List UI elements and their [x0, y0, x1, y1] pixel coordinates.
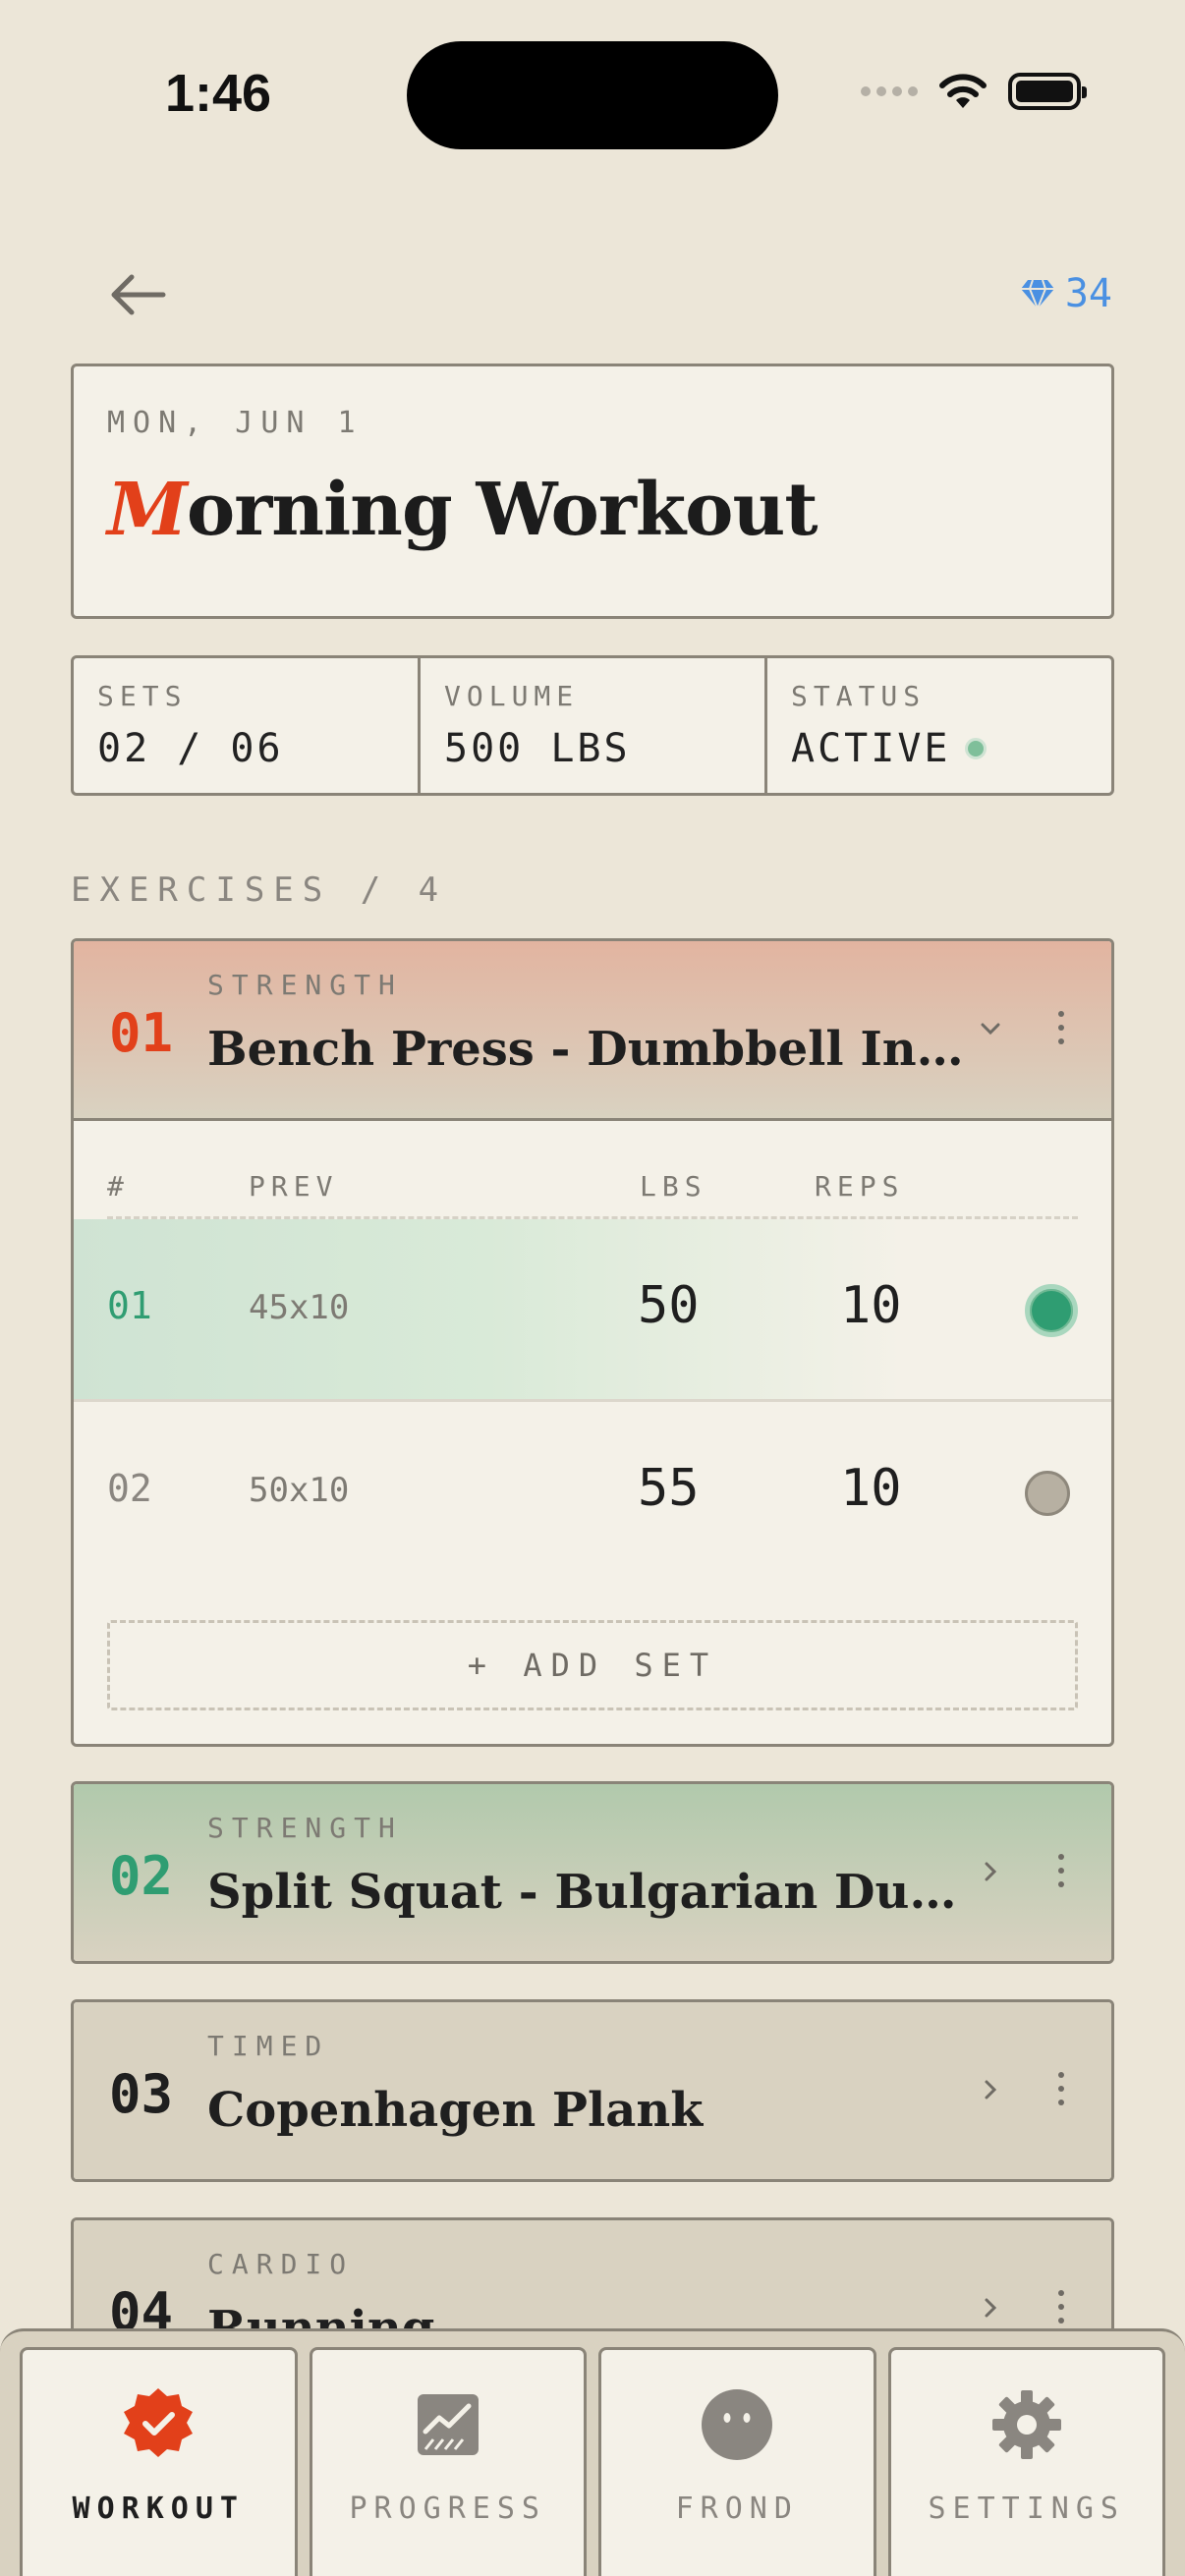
set-index: 02 — [107, 1467, 152, 1510]
set-complete-checkbox[interactable] — [1025, 1284, 1078, 1337]
set-lbs-input[interactable]: 50 — [638, 1276, 700, 1335]
signal-icon — [861, 86, 918, 96]
exercise-name: Bench Press - Dumbbell Incline — [207, 1022, 984, 1077]
exercise-number: 01 — [109, 1002, 174, 1064]
dynamic-island — [407, 41, 778, 149]
status-bar: 1:46 — [0, 0, 1185, 187]
stat-label: STATUS — [791, 680, 927, 712]
exercise-category: STRENGTH — [207, 969, 403, 1001]
exercise-name: Copenhagen Plank — [207, 2083, 704, 2138]
tab-label: SETTINGS — [928, 2492, 1125, 2526]
exercise-category: CARDIO — [207, 2248, 355, 2280]
stat-sets: SETS 02 / 06 — [74, 658, 421, 793]
exercise-category: STRENGTH — [207, 1812, 403, 1844]
more-vertical-icon[interactable] — [1046, 2067, 1076, 2110]
more-vertical-icon[interactable] — [1046, 1006, 1076, 1049]
exercise-number: 03 — [109, 2063, 174, 2125]
gem-icon — [1020, 279, 1054, 309]
exercise-header[interactable]: 01 STRENGTH Bench Press - Dumbbell Incli… — [74, 941, 1111, 1118]
set-row[interactable]: 02 50x10 55 10 — [107, 1402, 1078, 1585]
wifi-icon — [939, 74, 987, 108]
tab-workout[interactable]: WORKOUT — [20, 2347, 298, 2576]
more-vertical-icon[interactable] — [1046, 1849, 1076, 1892]
exercise-card: 01 STRENGTH Bench Press - Dumbbell Incli… — [71, 938, 1114, 1747]
exercise-sets: # PREV LBS REPS 01 45x10 50 10 02 50x10 … — [74, 1118, 1111, 1710]
set-reps-input[interactable]: 10 — [840, 1459, 902, 1518]
stat-label: VOLUME — [444, 680, 580, 712]
gear-icon — [988, 2385, 1066, 2464]
tab-label: WORKOUT — [72, 2492, 245, 2526]
col-lbs: LBS — [640, 1170, 707, 1203]
stat-value: ACTIVE — [791, 726, 951, 771]
workout-stats: SETS 02 / 06 VOLUME 500 LBS STATUS ACTIV… — [71, 655, 1114, 796]
stat-volume: VOLUME 500 LBS — [421, 658, 767, 793]
col-prev: PREV — [249, 1170, 339, 1203]
workout-title-initial: M — [107, 468, 188, 552]
back-arrow-icon[interactable] — [108, 273, 167, 316]
workout-title-rest: orning Workout — [186, 468, 818, 552]
sets-column-header: # PREV LBS REPS — [107, 1121, 1078, 1219]
battery-icon — [1008, 73, 1087, 110]
gem-counter[interactable]: 34 — [1020, 271, 1112, 316]
exercise-card[interactable]: 03 TIMED Copenhagen Plank — [71, 1999, 1114, 2182]
tab-label: PROGRESS — [349, 2492, 546, 2526]
tab-frond[interactable]: FROND — [598, 2347, 876, 2576]
exercises-header: EXERCISES / 4 — [71, 870, 448, 910]
chevron-right-icon[interactable] — [976, 2075, 1005, 2104]
status-time: 1:46 — [165, 64, 272, 123]
set-complete-checkbox[interactable] — [1025, 1471, 1070, 1516]
exercise-name: Split Squat - Bulgarian Dumbb… — [207, 1865, 984, 1920]
chevron-down-icon[interactable] — [976, 1014, 1005, 1043]
face-icon — [698, 2385, 776, 2464]
stat-value: 500 LBS — [444, 726, 631, 771]
exercise-header[interactable]: 02 STRENGTH Split Squat - Bulgarian Dumb… — [74, 1784, 1111, 1961]
add-set-button[interactable]: + ADD SET — [107, 1620, 1078, 1710]
tab-progress[interactable]: PROGRESS — [309, 2347, 587, 2576]
set-previous: 45x10 — [249, 1288, 350, 1327]
gem-count: 34 — [1064, 271, 1112, 316]
exercise-header[interactable]: 03 TIMED Copenhagen Plank — [74, 2002, 1111, 2179]
chart-icon — [409, 2385, 487, 2464]
exercise-card[interactable]: 02 STRENGTH Split Squat - Bulgarian Dumb… — [71, 1781, 1114, 1964]
exercise-category: TIMED — [207, 2030, 330, 2062]
workout-title-card[interactable]: MON, JUN 1 Morning Workout — [71, 364, 1114, 619]
bottom-tab-bar: WORKOUT PROGRESS FROND SETTINGS — [0, 2328, 1185, 2576]
set-previous: 50x10 — [249, 1471, 350, 1510]
workout-date: MON, JUN 1 — [107, 406, 364, 440]
more-vertical-icon[interactable] — [1046, 2285, 1076, 2328]
stat-label: SETS — [97, 680, 188, 712]
set-index: 01 — [107, 1284, 152, 1327]
workout-title: Morning Workout — [107, 468, 1078, 552]
workout-badge-icon — [119, 2385, 198, 2464]
tab-settings[interactable]: SETTINGS — [887, 2347, 1165, 2576]
set-reps-input[interactable]: 10 — [840, 1276, 902, 1335]
col-reps: REPS — [815, 1170, 905, 1203]
set-row[interactable]: 01 45x10 50 10 — [74, 1219, 1111, 1402]
col-index: # — [107, 1170, 130, 1203]
chevron-right-icon[interactable] — [976, 1857, 1005, 1886]
tab-label: FROND — [675, 2492, 799, 2526]
stat-value: 02 / 06 — [97, 726, 284, 771]
active-status-dot — [964, 738, 987, 759]
stat-status: STATUS ACTIVE — [767, 658, 1111, 793]
set-lbs-input[interactable]: 55 — [638, 1459, 700, 1518]
exercise-number: 02 — [109, 1845, 174, 1907]
status-icons — [861, 73, 1087, 110]
chevron-right-icon[interactable] — [976, 2293, 1005, 2323]
